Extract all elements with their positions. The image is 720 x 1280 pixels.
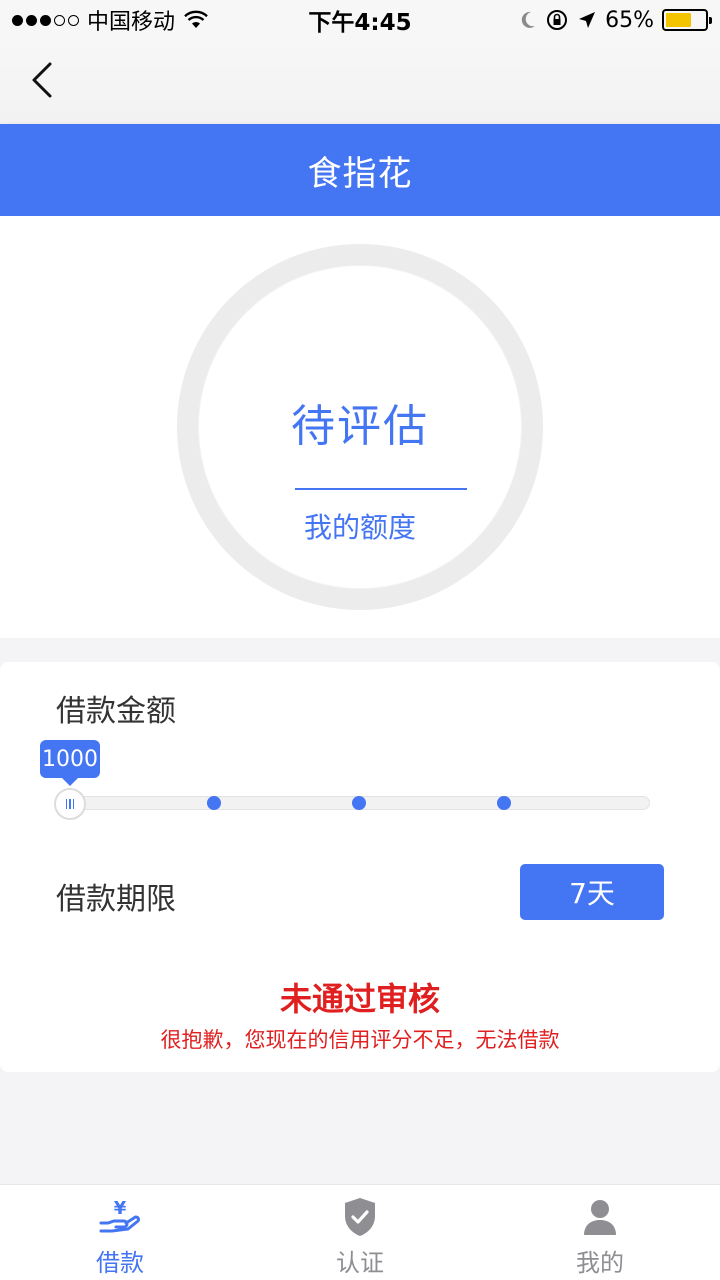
page-title-bar: 食指花 — [0, 124, 720, 216]
loan-amount-slider-handle[interactable] — [54, 788, 86, 820]
tab-loan-label: 借款 — [96, 1249, 144, 1277]
wifi-icon — [184, 10, 208, 28]
credit-gauge-section: 待评估 我的额度 — [0, 216, 720, 638]
battery-icon — [662, 9, 712, 31]
review-result-message: 很抱歉，您现在的信用评分不足，无法借款 — [160, 1028, 560, 1052]
slider-stop-2[interactable] — [207, 796, 221, 810]
carrier-name: 中国移动 — [87, 10, 176, 35]
status-left: 中国移动 — [12, 4, 209, 36]
tab-verify-label: 认证 — [336, 1249, 384, 1277]
back-button[interactable] — [22, 58, 62, 102]
loan-settings-card: 借款金额 1000 借款期限 7天 未通过审核 很抱歉，您现在的信用评分不足，无… — [0, 662, 720, 1072]
user-icon — [578, 1195, 622, 1239]
credit-gauge-center: 待评估 我的额度 — [199, 266, 521, 588]
credit-gauge-ring: 待评估 我的额度 — [177, 244, 543, 610]
tab-mine[interactable]: 我的 — [480, 1185, 720, 1280]
svg-text:¥: ¥ — [114, 1198, 127, 1219]
tab-verify[interactable]: 认证 — [240, 1185, 480, 1280]
signal-strength-icon — [12, 14, 79, 26]
credit-status-text: 待评估 — [291, 401, 429, 452]
review-result-title: 未通过审核 — [279, 980, 440, 1018]
loan-term-button[interactable]: 7天 — [520, 864, 664, 920]
loan-amount-tooltip: 1000 — [40, 740, 100, 786]
credit-limit-label: 我的额度 — [303, 511, 416, 544]
loan-term-value: 7天 — [569, 877, 615, 910]
status-bar: 中国移动 下午4:45 65% — [0, 0, 720, 40]
shield-check-icon — [338, 1195, 382, 1239]
moon-icon — [521, 11, 536, 28]
gauge-divider — [295, 488, 467, 490]
loan-amount-label: 借款金额 — [56, 694, 176, 729]
slider-stop-4[interactable] — [497, 796, 511, 810]
chevron-left-icon — [32, 62, 52, 98]
battery-percent: 65% — [605, 7, 654, 33]
loan-amount-value: 1000 — [42, 746, 98, 772]
slider-stop-3[interactable] — [352, 796, 366, 810]
tab-loan[interactable]: ¥ 借款 — [0, 1185, 240, 1280]
page-title: 食指花 — [307, 153, 413, 194]
navigation-bar — [0, 40, 720, 124]
location-arrow-icon — [579, 12, 596, 28]
tab-mine-label: 我的 — [576, 1249, 624, 1277]
rotation-lock-icon — [547, 10, 568, 30]
yen-hand-icon: ¥ — [98, 1195, 142, 1239]
bottom-tab-bar: ¥ 借款 认证 我的 — [0, 1184, 720, 1280]
loan-term-label: 借款期限 — [56, 882, 176, 917]
status-right: 65% — [519, 7, 712, 33]
page: 中国移动 下午4:45 65% 食指花 待评估 我的额度 借款金额 1000 借… — [0, 0, 720, 1280]
